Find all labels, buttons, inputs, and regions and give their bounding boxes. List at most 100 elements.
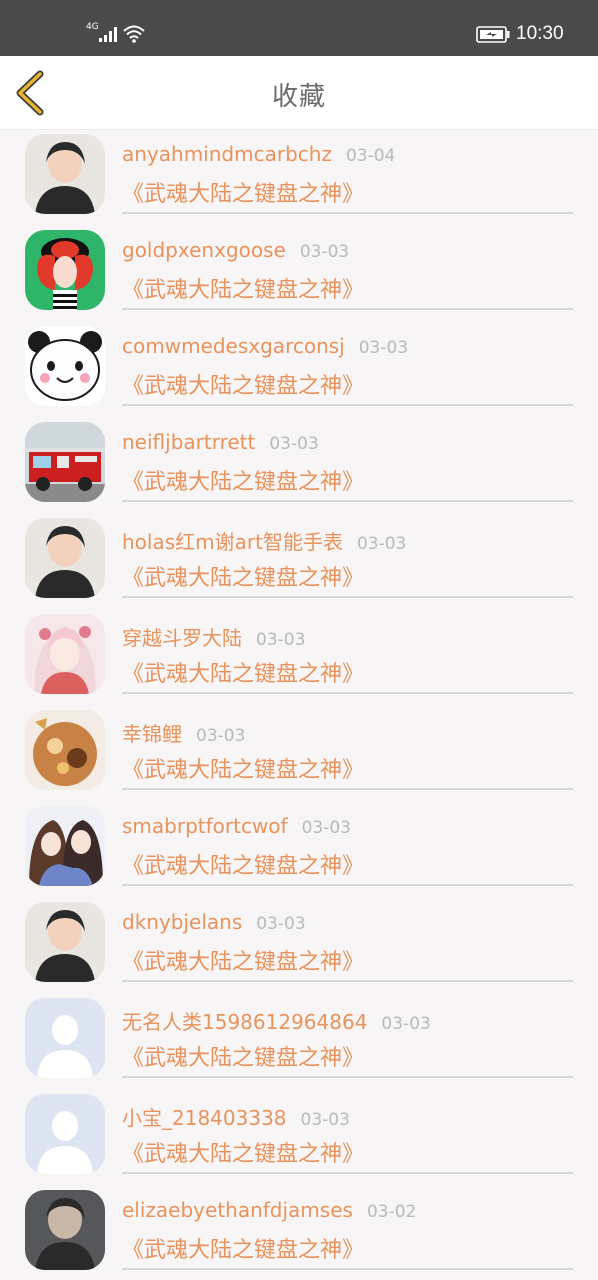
app-header: 收藏: [0, 56, 598, 130]
divider: [122, 212, 573, 214]
status-bar: 4G 10:30: [0, 0, 598, 56]
battery-icon: [476, 26, 510, 43]
user-name-text: comwmedesxgarconsj: [122, 334, 345, 358]
photo-portrait-avatar: [25, 902, 105, 982]
book-title[interactable]: 《武魂大陆之键盘之神》: [122, 176, 364, 208]
list-item[interactable]: comwmedesxgarconsj 03-03 《武魂大陆之键盘之神》: [0, 322, 598, 418]
list-item[interactable]: dknybjelans 03-03 《武魂大陆之键盘之神》: [0, 898, 598, 994]
book-title[interactable]: 《武魂大陆之键盘之神》: [122, 1232, 364, 1264]
list-item[interactable]: neifljbartrrett 03-03 《武魂大陆之键盘之神》: [0, 418, 598, 514]
list-item[interactable]: 幸锦鲤 03-03 《武魂大陆之键盘之神》: [0, 706, 598, 802]
book-title[interactable]: 《武魂大陆之键盘之神》: [122, 848, 364, 880]
list-item[interactable]: 无名人类1598612964864 03-03 《武魂大陆之键盘之神》: [0, 994, 598, 1090]
photo-portrait-avatar: [25, 134, 105, 214]
user-name-text: 穿越斗罗大陆: [122, 626, 242, 650]
list-item[interactable]: 小宝_218403338 03-03 《武魂大陆之键盘之神》: [0, 1090, 598, 1186]
list-item[interactable]: holas红m谢art智能手表 03-03 《武魂大陆之键盘之神》: [0, 514, 598, 610]
date: 03-03: [256, 630, 306, 650]
divider: [122, 500, 573, 502]
book-title[interactable]: 《武魂大陆之键盘之神》: [122, 1136, 364, 1168]
avatar[interactable]: [25, 326, 105, 406]
avatar[interactable]: [25, 134, 105, 214]
user-name-text: 幸锦鲤: [122, 722, 182, 746]
list-item[interactable]: smabrptfortcwof 03-03 《武魂大陆之键盘之神》: [0, 802, 598, 898]
date: 03-02: [366, 1202, 417, 1222]
panda-face-avatar: [25, 326, 105, 406]
default-user-avatar: [25, 998, 105, 1078]
avatar[interactable]: [25, 422, 105, 502]
divider: [122, 980, 573, 982]
avatar[interactable]: [25, 230, 105, 310]
user-name-text: elizaebyethanfdjamses: [122, 1198, 353, 1222]
avatar[interactable]: [25, 710, 105, 790]
signal-icon: [99, 27, 117, 42]
user-name: comwmedesxgarconsj 03-03: [122, 334, 408, 358]
page-title: 收藏: [271, 82, 326, 112]
avatar[interactable]: [25, 806, 105, 886]
avatar[interactable]: [25, 998, 105, 1078]
user-name: 穿越斗罗大陆 03-03: [122, 622, 305, 651]
book-title[interactable]: 《武魂大陆之键盘之神》: [122, 1040, 364, 1072]
user-name: elizaebyethanfdjamses 03-02: [122, 1198, 416, 1222]
user-name-text: neifljbartrrett: [122, 430, 256, 454]
divider: [122, 884, 573, 886]
photo-portrait-avatar: [25, 518, 105, 598]
warm-photo-avatar: [25, 710, 105, 790]
avatar[interactable]: [25, 518, 105, 598]
book-title[interactable]: 《武魂大陆之键盘之神》: [122, 944, 364, 976]
user-name-text: 小宝_218403338: [122, 1106, 287, 1130]
date: 03-03: [301, 818, 351, 838]
book-title[interactable]: 《武魂大陆之键盘之神》: [122, 464, 364, 496]
divider: [122, 692, 573, 694]
book-title[interactable]: 《武魂大陆之键盘之神》: [122, 656, 364, 688]
date: 03-03: [381, 1014, 431, 1034]
divider: [122, 1172, 573, 1174]
list-item[interactable]: anyahmindmcarbchz 03-04 《武魂大陆之键盘之神》: [0, 130, 598, 226]
date: 03-03: [269, 434, 319, 454]
divider: [122, 404, 573, 406]
divider: [122, 788, 573, 790]
book-title[interactable]: 《武魂大陆之键盘之神》: [122, 272, 364, 304]
list-item[interactable]: elizaebyethanfdjamses 03-02 《武魂大陆之键盘之神》: [0, 1186, 598, 1280]
date: 03-04: [345, 146, 396, 166]
fire-truck-avatar: [25, 422, 105, 502]
date: 03-03: [196, 726, 246, 746]
avatar[interactable]: [25, 1094, 105, 1174]
user-name-text: goldpxenxgoose: [122, 238, 286, 262]
user-name: smabrptfortcwof 03-03: [122, 814, 351, 838]
avatar[interactable]: [25, 1190, 105, 1270]
default-user-avatar: [25, 1094, 105, 1174]
avatar[interactable]: [25, 902, 105, 982]
list-item[interactable]: 穿越斗罗大陆 03-03 《武魂大陆之键盘之神》: [0, 610, 598, 706]
book-title[interactable]: 《武魂大陆之键盘之神》: [122, 368, 364, 400]
book-title[interactable]: 《武魂大陆之键盘之神》: [122, 560, 364, 592]
anime-girl-avatar: [25, 614, 105, 694]
user-name-text: dknybjelans: [122, 910, 243, 934]
cartoon-face-avatar: [25, 230, 105, 310]
network-type: 4G: [86, 22, 99, 32]
divider: [122, 1076, 573, 1078]
book-title[interactable]: 《武魂大陆之键盘之神》: [122, 752, 364, 784]
user-name: dknybjelans 03-03: [122, 910, 306, 934]
date: 03-03: [256, 914, 306, 934]
photo-portrait-avatar: [25, 1190, 105, 1270]
user-name: 小宝_218403338 03-03: [122, 1102, 350, 1131]
divider: [122, 308, 573, 310]
divider: [122, 1268, 573, 1270]
user-name-text: anyahmindmcarbchz: [122, 142, 332, 166]
list-item[interactable]: goldpxenxgoose 03-03 《武魂大陆之键盘之神》: [0, 226, 598, 322]
date: 03-03: [299, 242, 350, 262]
user-name-text: smabrptfortcwof: [122, 814, 288, 838]
avatar[interactable]: [25, 614, 105, 694]
user-name: holas红m谢art智能手表 03-03: [122, 526, 406, 555]
anime-couple-avatar: [25, 806, 105, 886]
user-name-text: 无名人类1598612964864: [122, 1010, 368, 1034]
wifi-icon: [123, 25, 145, 43]
user-name: 无名人类1598612964864 03-03: [122, 1006, 431, 1035]
divider: [122, 596, 573, 598]
date: 03-03: [356, 534, 407, 554]
user-name-text: holas红m谢art智能手表: [122, 530, 343, 554]
date: 03-03: [300, 1110, 350, 1130]
user-name: 幸锦鲤 03-03: [122, 718, 245, 747]
user-name: goldpxenxgoose 03-03: [122, 238, 349, 262]
